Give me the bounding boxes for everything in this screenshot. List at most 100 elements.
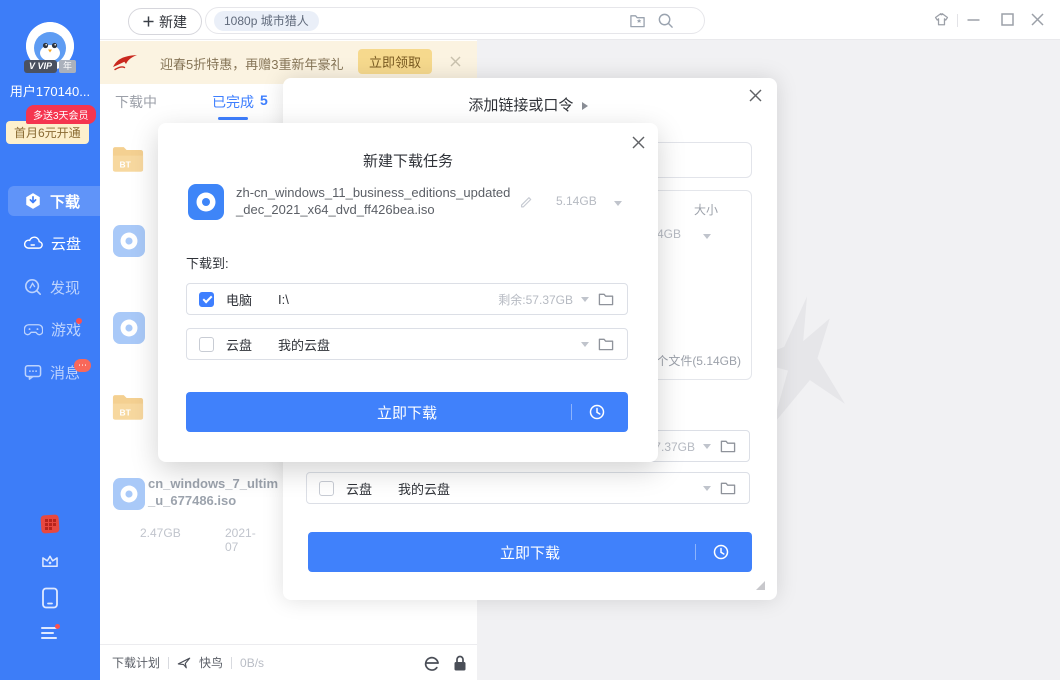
list-item[interactable]: BT	[111, 142, 145, 174]
close-icon[interactable]	[1030, 12, 1045, 27]
ie-browser-icon[interactable]	[423, 654, 441, 672]
cloud-label: 云盘	[226, 335, 252, 354]
download-now-button[interactable]: 立即下载	[186, 392, 628, 432]
cloud-label: 云盘	[346, 479, 372, 498]
save-to-cloud-row[interactable]: 云盘 我的云盘	[306, 472, 750, 504]
collection-folder-icon[interactable]	[629, 13, 646, 29]
browse-folder-icon[interactable]	[597, 336, 615, 352]
search-box[interactable]: 1080p 城市猎人	[205, 7, 705, 34]
pc-label: 电脑	[226, 290, 252, 309]
red-packet-button[interactable]	[40, 514, 60, 534]
plus-icon	[143, 16, 154, 27]
expand-caret-icon[interactable]	[703, 234, 711, 243]
disk-remaining: 剩余:57.37GB	[498, 291, 573, 308]
iso-file-icon	[188, 184, 224, 220]
new-task-close-icon[interactable]	[631, 135, 646, 150]
theme-shirt-icon[interactable]	[933, 12, 950, 29]
new-download-task-dialog: 新建下载任务 zh-cn_windows_11_business_edition…	[158, 123, 658, 462]
dropdown-caret-icon[interactable]	[581, 297, 589, 306]
dropdown-caret-icon[interactable]	[581, 342, 589, 351]
list-item[interactable]	[113, 225, 145, 257]
more-menu-button[interactable]	[40, 624, 60, 644]
search-tag[interactable]: 1080p 城市猎人	[214, 11, 319, 31]
cloud-checkbox[interactable]	[199, 337, 214, 352]
game-icon	[24, 322, 43, 337]
claim-now-button[interactable]: 立即领取	[358, 49, 432, 74]
mobile-app-button[interactable]	[41, 587, 61, 607]
list-item[interactable]	[113, 312, 145, 344]
svg-text:BT: BT	[120, 159, 132, 169]
tab-downloading[interactable]: 下载中	[115, 92, 157, 112]
list-item[interactable]: cn_windows_7_ultim _u_677486.iso 2.47GB …	[113, 478, 145, 510]
list-item[interactable]: BT	[111, 390, 145, 422]
download-plan-button[interactable]: 下载计划	[112, 654, 160, 671]
statusbar-divider	[168, 657, 169, 669]
banner-close-icon[interactable]	[449, 55, 462, 68]
schedule-clock-icon[interactable]	[712, 543, 730, 561]
sidebar-item-messages[interactable]: 消息 ⋯	[0, 357, 100, 387]
dropdown-caret-icon[interactable]	[703, 444, 711, 453]
bt-folder-icon: BT	[111, 142, 145, 174]
vip-badge[interactable]: V VIP 年	[0, 60, 100, 73]
vip-badge-label: V VIP	[24, 60, 57, 73]
files-summary: 个文件(5.14GB)	[656, 352, 741, 369]
svg-text:BT: BT	[120, 407, 132, 417]
download-icon	[24, 192, 42, 210]
title-expand-arrow[interactable]	[582, 102, 592, 110]
titlebar-divider	[957, 14, 958, 27]
file-date: 2021-07	[225, 526, 256, 554]
speed-value: 0B/s	[240, 656, 264, 670]
browse-folder-icon[interactable]	[719, 438, 737, 454]
download-now-button[interactable]: 立即下载	[308, 532, 752, 572]
sidebar: V VIP 年 用户170140... 多送3天会员 首月6元开通 下载 云盘	[0, 0, 100, 680]
menu-icon	[40, 624, 60, 642]
button-separator	[571, 404, 572, 420]
file-name-line1: zh-cn_windows_11_business_editions_updat…	[236, 184, 522, 201]
task-file-name: zh-cn_windows_11_business_editions_updat…	[236, 184, 522, 218]
resize-handle[interactable]	[756, 581, 765, 590]
sidebar-item-cloud-drive[interactable]: 云盘	[0, 228, 100, 258]
maximize-icon[interactable]	[1000, 12, 1015, 27]
browse-folder-icon[interactable]	[719, 480, 737, 496]
new-task-button[interactable]: 新建	[128, 8, 202, 35]
size-column-header: 大小	[694, 201, 718, 218]
add-dialog-close-icon[interactable]	[748, 88, 763, 103]
phone-icon	[41, 587, 59, 609]
minimize-icon[interactable]	[966, 12, 981, 27]
search-icon[interactable]	[657, 12, 674, 29]
cloud-checkbox[interactable]	[319, 481, 334, 496]
titlebar: 新建 1080p 城市猎人	[100, 0, 1060, 40]
file-size: 2.47GB	[140, 526, 181, 540]
save-to-pc-row[interactable]: 电脑 I:\ 剩余:57.37GB	[186, 283, 628, 315]
new-task-button-label: 新建	[159, 12, 187, 32]
task-file-size: 5.14GB	[556, 194, 597, 208]
dropdown-caret-icon[interactable]	[703, 486, 711, 495]
message-icon	[24, 364, 42, 380]
pc-checkbox[interactable]	[199, 292, 214, 307]
iso-file-icon	[113, 478, 145, 510]
save-to-cloud-row[interactable]: 云盘 我的云盘	[186, 328, 628, 360]
app-window: V VIP 年 用户170140... 多送3天会员 首月6元开通 下载 云盘	[0, 0, 1060, 680]
tab-completed[interactable]: 已完成	[212, 92, 254, 112]
sidebar-item-discover[interactable]: 发现	[0, 272, 100, 302]
vip-promo-button[interactable]: 首月6元开通	[6, 121, 89, 144]
sidebar-item-download[interactable]: 下载	[8, 186, 100, 216]
speedup-button[interactable]: 快鸟	[199, 654, 223, 671]
browse-folder-icon[interactable]	[597, 291, 615, 307]
new-task-dialog-title: 新建下载任务	[158, 150, 658, 171]
rename-pencil-icon[interactable]	[518, 193, 534, 209]
crown-icon	[40, 550, 60, 570]
vip-crown-button[interactable]	[40, 550, 60, 570]
lock-icon[interactable]	[452, 654, 468, 672]
add-dialog-title: 添加链接或口令	[283, 94, 777, 115]
sidebar-item-games[interactable]: 游戏	[0, 314, 100, 344]
schedule-clock-icon[interactable]	[588, 403, 606, 421]
discover-icon	[24, 278, 42, 296]
file-size-caret-icon[interactable]	[614, 201, 622, 210]
game-red-dot	[76, 318, 82, 324]
sidebar-item-label: 云盘	[51, 233, 81, 254]
cloud-path: 我的云盘	[398, 479, 450, 498]
pc-path: I:\	[278, 292, 289, 307]
tab-completed-count: 5	[260, 92, 268, 108]
iso-file-icon	[113, 225, 145, 257]
